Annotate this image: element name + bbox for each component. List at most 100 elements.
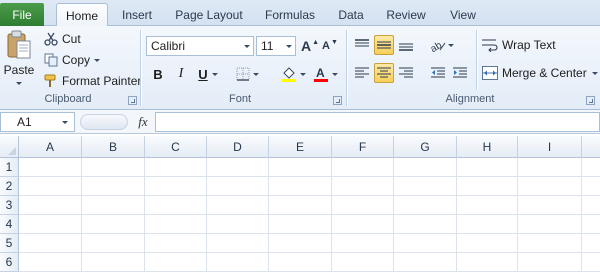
borders-button[interactable] bbox=[232, 64, 262, 84]
cell[interactable] bbox=[145, 177, 207, 196]
tab-data[interactable]: Data bbox=[330, 3, 372, 26]
column-header[interactable]: I bbox=[518, 136, 582, 158]
orientation-button[interactable]: ab bbox=[428, 35, 456, 55]
tab-file[interactable]: File bbox=[0, 3, 44, 26]
cell[interactable] bbox=[82, 215, 145, 234]
select-all-button[interactable] bbox=[0, 136, 19, 158]
cell[interactable] bbox=[207, 253, 269, 272]
cell[interactable] bbox=[582, 158, 600, 177]
cell[interactable] bbox=[518, 158, 582, 177]
column-header[interactable]: C bbox=[145, 136, 207, 158]
align-right-button[interactable] bbox=[396, 63, 416, 83]
cell[interactable] bbox=[269, 215, 332, 234]
cell[interactable] bbox=[145, 158, 207, 177]
format-painter-button[interactable]: Format Painter bbox=[44, 72, 141, 90]
cell[interactable] bbox=[518, 196, 582, 215]
font-color-button[interactable]: A bbox=[310, 64, 340, 84]
row-header[interactable]: 2 bbox=[0, 177, 19, 196]
copy-dropdown-icon[interactable] bbox=[94, 58, 101, 62]
wrap-text-button[interactable]: Wrap Text bbox=[482, 36, 556, 54]
cell[interactable] bbox=[207, 158, 269, 177]
borders-dropdown-icon[interactable] bbox=[252, 72, 259, 76]
grow-font-button[interactable]: A ▲ bbox=[300, 36, 320, 56]
cell[interactable] bbox=[457, 253, 518, 272]
cell[interactable] bbox=[19, 234, 82, 253]
cell[interactable] bbox=[457, 215, 518, 234]
cell[interactable] bbox=[145, 196, 207, 215]
cell[interactable] bbox=[582, 234, 600, 253]
cell[interactable] bbox=[19, 253, 82, 272]
cell[interactable] bbox=[582, 177, 600, 196]
font-color-dropdown-icon[interactable] bbox=[331, 72, 338, 76]
cell[interactable] bbox=[332, 253, 394, 272]
font-family-select[interactable]: Calibri bbox=[146, 36, 254, 56]
cell[interactable] bbox=[332, 158, 394, 177]
cell[interactable] bbox=[82, 158, 145, 177]
paste-button[interactable]: Paste bbox=[3, 30, 35, 90]
cell[interactable] bbox=[518, 215, 582, 234]
tab-page-layout[interactable]: Page Layout bbox=[168, 3, 250, 26]
row-header[interactable]: 1 bbox=[0, 158, 19, 177]
insert-function-button[interactable]: fx bbox=[132, 112, 154, 132]
tab-view[interactable]: View bbox=[442, 3, 484, 26]
column-header[interactable]: F bbox=[332, 136, 394, 158]
clipboard-launcher-icon[interactable] bbox=[128, 96, 137, 105]
cell[interactable] bbox=[457, 234, 518, 253]
cell[interactable] bbox=[394, 253, 457, 272]
font-size-select[interactable]: 11 bbox=[256, 36, 296, 56]
cell[interactable] bbox=[145, 234, 207, 253]
cell[interactable] bbox=[332, 215, 394, 234]
cell[interactable] bbox=[518, 253, 582, 272]
cell[interactable] bbox=[332, 234, 394, 253]
cell[interactable] bbox=[207, 177, 269, 196]
cell[interactable] bbox=[145, 253, 207, 272]
column-header-partial[interactable] bbox=[582, 136, 600, 158]
tab-formulas[interactable]: Formulas bbox=[258, 3, 322, 26]
alignment-launcher-icon[interactable] bbox=[586, 96, 595, 105]
cell[interactable] bbox=[207, 196, 269, 215]
column-header[interactable]: B bbox=[82, 136, 145, 158]
cell[interactable] bbox=[19, 215, 82, 234]
row-header[interactable]: 6 bbox=[0, 253, 19, 272]
column-header[interactable]: A bbox=[19, 136, 82, 158]
cell[interactable] bbox=[394, 215, 457, 234]
tab-insert[interactable]: Insert bbox=[114, 3, 160, 26]
cell[interactable] bbox=[19, 158, 82, 177]
column-header[interactable]: G bbox=[394, 136, 457, 158]
cell[interactable] bbox=[82, 196, 145, 215]
font-launcher-icon[interactable] bbox=[333, 96, 342, 105]
bold-button[interactable]: B bbox=[148, 64, 168, 84]
row-header[interactable]: 3 bbox=[0, 196, 19, 215]
fill-color-button[interactable] bbox=[278, 64, 308, 84]
cell[interactable] bbox=[82, 177, 145, 196]
column-header[interactable]: D bbox=[207, 136, 269, 158]
column-header[interactable]: H bbox=[457, 136, 518, 158]
row-header[interactable]: 4 bbox=[0, 215, 19, 234]
cell[interactable] bbox=[82, 234, 145, 253]
cell[interactable] bbox=[332, 177, 394, 196]
column-header[interactable]: E bbox=[269, 136, 332, 158]
tab-home[interactable]: Home bbox=[56, 3, 108, 27]
cell[interactable] bbox=[582, 253, 600, 272]
cut-button[interactable]: Cut bbox=[44, 30, 81, 48]
name-box-dropdown-icon[interactable] bbox=[62, 121, 68, 124]
cell[interactable] bbox=[19, 177, 82, 196]
formula-input[interactable] bbox=[155, 112, 600, 132]
cell[interactable] bbox=[269, 234, 332, 253]
tab-review[interactable]: Review bbox=[380, 3, 432, 26]
formula-bar-splitter[interactable] bbox=[80, 114, 128, 130]
cell[interactable] bbox=[394, 234, 457, 253]
fill-color-dropdown-icon[interactable] bbox=[299, 72, 306, 76]
shrink-font-button[interactable]: A ▼ bbox=[320, 36, 340, 56]
align-center-button[interactable] bbox=[374, 63, 394, 83]
merge-center-dropdown-icon[interactable] bbox=[591, 71, 598, 75]
cell[interactable] bbox=[394, 196, 457, 215]
cell[interactable] bbox=[582, 215, 600, 234]
align-bottom-button[interactable] bbox=[396, 35, 416, 55]
cell[interactable] bbox=[19, 196, 82, 215]
cell[interactable] bbox=[207, 234, 269, 253]
merge-center-button[interactable]: Merge & Center bbox=[482, 64, 598, 82]
cell[interactable] bbox=[145, 215, 207, 234]
italic-button[interactable]: I bbox=[171, 64, 191, 84]
cell[interactable] bbox=[269, 177, 332, 196]
